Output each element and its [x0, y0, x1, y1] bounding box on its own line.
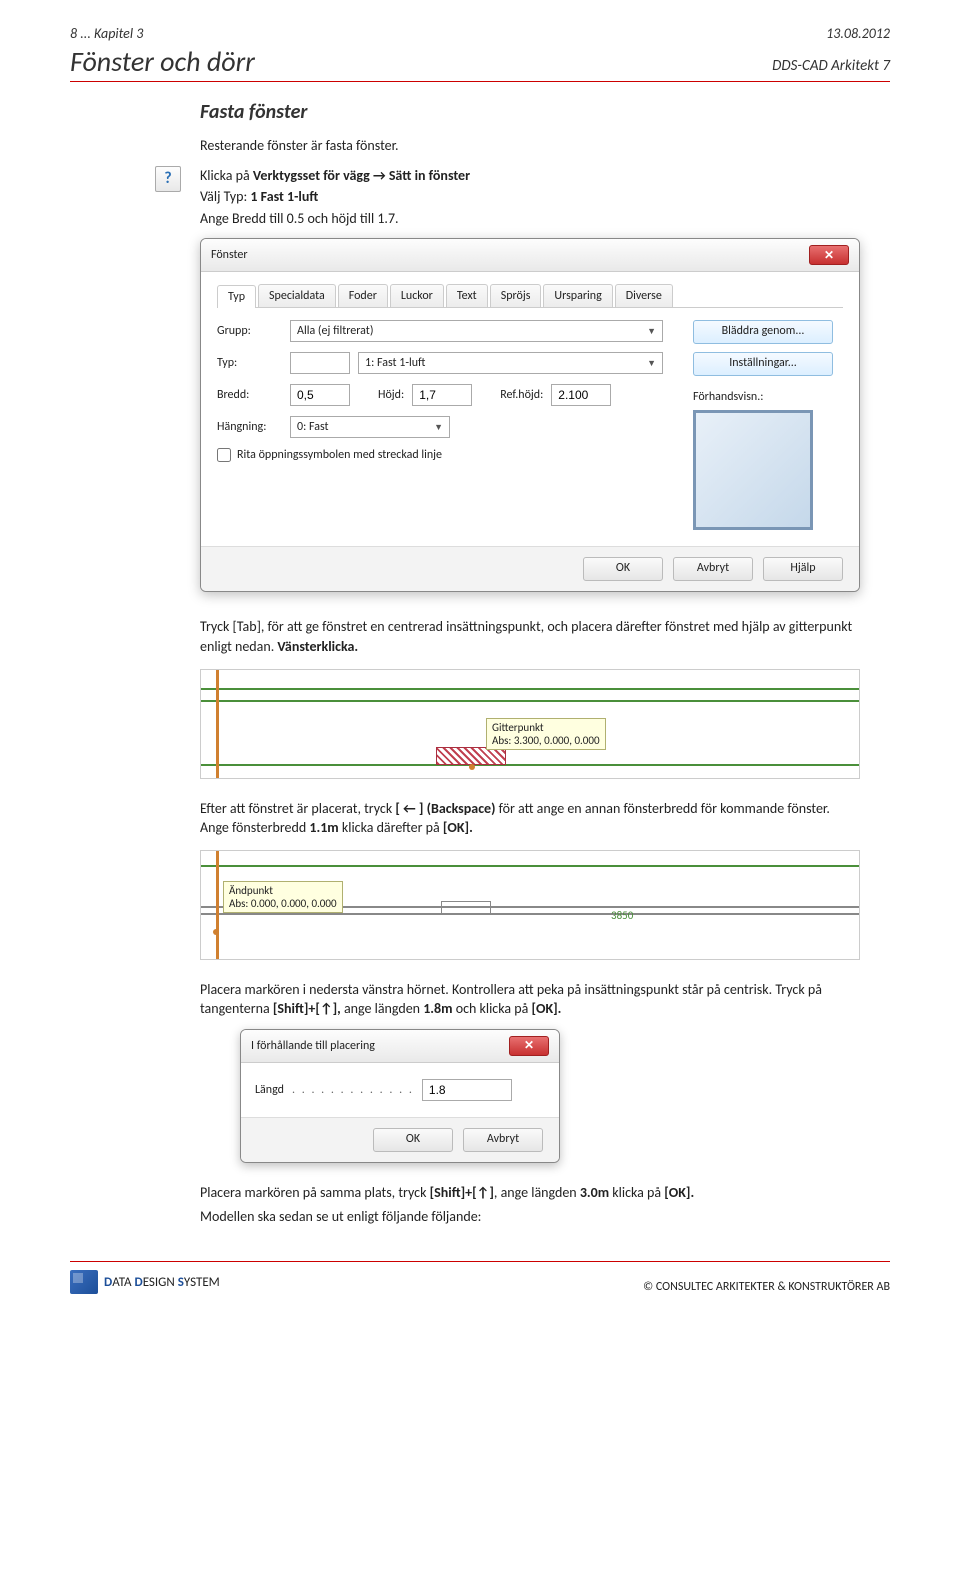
cancel-button[interactable]: Avbryt: [463, 1128, 543, 1152]
cancel-button[interactable]: Avbryt: [673, 557, 753, 581]
typ-combo[interactable]: 1: Fast 1-luft▼: [358, 352, 663, 374]
intro-text: Resterande fönster är fasta fönster.: [200, 136, 860, 156]
typ-code-input[interactable]: [290, 352, 350, 374]
chevron-down-icon: ▼: [434, 422, 443, 433]
refhojd-input[interactable]: [551, 384, 611, 406]
after-plan1-text: Efter att fönstret är placerat, tryck [ …: [200, 799, 860, 838]
tab-specialdata[interactable]: Specialdata: [258, 284, 336, 307]
close-button[interactable]: ✕: [809, 245, 849, 265]
bredd-input[interactable]: [290, 384, 350, 406]
hangning-label: Hängning:: [217, 420, 282, 434]
header-divider: [70, 81, 890, 82]
logo-cube-icon: [70, 1270, 98, 1294]
ok-button[interactable]: OK: [373, 1128, 453, 1152]
refhojd-label: Ref.höjd:: [500, 388, 543, 402]
help-button[interactable]: Hjälp: [763, 557, 843, 581]
relative-placement-dialog: I förhållande till placering ✕ Längd . .…: [240, 1029, 560, 1163]
close-icon: ✕: [524, 1038, 534, 1053]
bredd-label: Bredd:: [217, 388, 282, 402]
chapter-label: 8 ... Kapitel 3: [70, 25, 143, 42]
grupp-combo[interactable]: Alla (ej filtrerat)▼: [290, 320, 663, 342]
dashed-symbol-checkbox[interactable]: [217, 448, 231, 462]
tab-typ[interactable]: Typ: [217, 285, 256, 308]
hojd-input[interactable]: [412, 384, 472, 406]
ok-button[interactable]: OK: [583, 557, 663, 581]
typ-label: Typ:: [217, 356, 282, 370]
hangning-combo[interactable]: 0: Fast▼: [290, 416, 450, 438]
settings-button[interactable]: Inställningar...: [693, 352, 833, 376]
dimension-label: 3850: [611, 909, 633, 922]
length-input[interactable]: [422, 1079, 512, 1101]
preview-thumbnail: [693, 410, 813, 530]
tooltip2-value: Abs: 0.000, 0.000, 0.000: [229, 897, 337, 910]
plan-view-2: Ändpunkt Abs: 0.000, 0.000, 0.000 3850: [200, 850, 860, 960]
dots-filler: . . . . . . . . . . . . .: [292, 1083, 414, 1097]
closing-text-2: Modellen ska sedan se ut enligt följande…: [200, 1207, 860, 1227]
length-label: Längd: [255, 1083, 284, 1097]
close-icon: ✕: [824, 248, 834, 263]
hojd-label: Höjd:: [378, 388, 404, 402]
instruction-line-1: Klicka på Verktygsset för vägg → Sätt in…: [200, 166, 860, 186]
help-icon: ?: [155, 166, 181, 192]
tooltip1-value: Abs: 3.300, 0.000, 0.000: [492, 734, 600, 747]
chevron-down-icon: ▼: [647, 358, 656, 369]
tooltip2-title: Ändpunkt: [229, 884, 337, 897]
tab-text[interactable]: Text: [446, 284, 488, 307]
dashed-symbol-label: Rita öppningssymbolen med streckad linje: [237, 448, 442, 462]
after-dialog-text: Tryck [Tab], för att ge fönstret en cent…: [200, 617, 860, 656]
close-button[interactable]: ✕: [509, 1036, 549, 1056]
tab-diverse[interactable]: Diverse: [615, 284, 673, 307]
tab-luckor[interactable]: Luckor: [390, 284, 444, 307]
window-properties-dialog: Fönster ✕ Typ Specialdata Foder Luckor T…: [200, 238, 860, 592]
section-title: Fasta fönster: [200, 100, 860, 124]
tooltip1-title: Gitterpunkt: [492, 721, 600, 734]
dialog-title: Fönster: [211, 248, 248, 262]
dialog-tabs: Typ Specialdata Foder Luckor Text Spröjs…: [217, 284, 843, 308]
closing-text-1: Placera markören på samma plats, tryck […: [200, 1183, 860, 1203]
instruction-line-2: Välj Typ: 1 Fast 1-luft: [200, 187, 860, 207]
instruction-line-3: Ange Bredd till 0.5 och höjd till 1.7.: [200, 209, 860, 229]
grupp-label: Grupp:: [217, 324, 282, 338]
tab-sprojs[interactable]: Spröjs: [490, 284, 542, 307]
plan-view-1: Gitterpunkt Abs: 3.300, 0.000, 0.000: [200, 669, 860, 779]
after-plan2-text: Placera markören i nedersta vänstra hörn…: [200, 980, 860, 1019]
footer-logo: DATA DESIGN SYSTEM: [70, 1270, 220, 1294]
small-dialog-title: I förhållande till placering: [251, 1039, 375, 1053]
tab-ursparing[interactable]: Ursparing: [543, 284, 612, 307]
date-label: 13.08.2012: [826, 25, 890, 42]
footer-copyright: © CONSULTEC ARKITEKTER & KONSTRUKTÖRER A…: [643, 1280, 890, 1294]
tab-foder[interactable]: Foder: [338, 284, 388, 307]
preview-label: Förhandsvisn.:: [693, 390, 843, 404]
chevron-down-icon: ▼: [647, 326, 656, 337]
browse-button[interactable]: Bläddra genom...: [693, 320, 833, 344]
